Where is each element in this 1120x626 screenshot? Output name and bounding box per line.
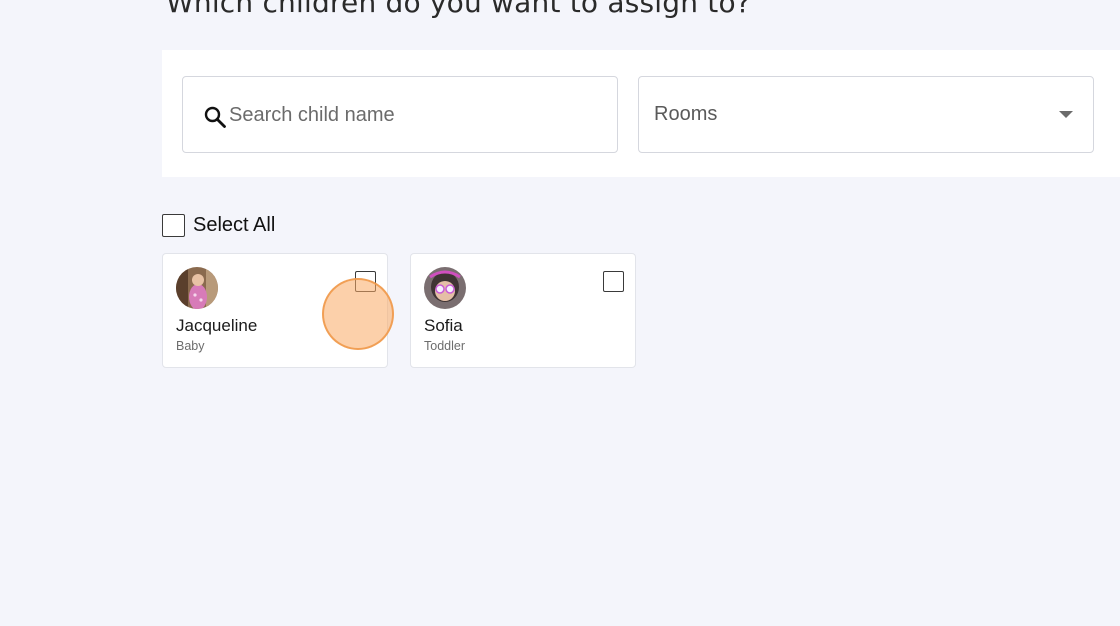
- child-room: Toddler: [424, 339, 465, 353]
- search-icon: [204, 106, 226, 128]
- child-card-jacqueline[interactable]: Jacqueline Baby: [162, 253, 388, 368]
- child-room: Baby: [176, 339, 205, 353]
- select-all-control[interactable]: Select All: [162, 212, 275, 238]
- child-checkbox[interactable]: [355, 271, 376, 292]
- child-name: Sofia: [424, 316, 463, 335]
- avatar: [176, 267, 218, 309]
- rooms-dropdown-label: Rooms: [654, 103, 718, 125]
- rooms-dropdown[interactable]: Rooms: [638, 76, 1094, 153]
- select-all-checkbox[interactable]: [162, 213, 185, 237]
- child-name: Jacqueline: [176, 316, 258, 335]
- child-checkbox[interactable]: [603, 271, 624, 292]
- child-card-sofia[interactable]: Sofia Toddler: [410, 253, 636, 368]
- page-title: Which children do you want to assign to?: [166, 0, 751, 19]
- filter-panel: Rooms: [162, 50, 1120, 177]
- search-box[interactable]: [182, 76, 618, 153]
- select-all-label: Select All: [193, 213, 276, 236]
- avatar: [424, 267, 466, 309]
- search-input[interactable]: [229, 99, 599, 131]
- chevron-down-icon: [1059, 111, 1073, 118]
